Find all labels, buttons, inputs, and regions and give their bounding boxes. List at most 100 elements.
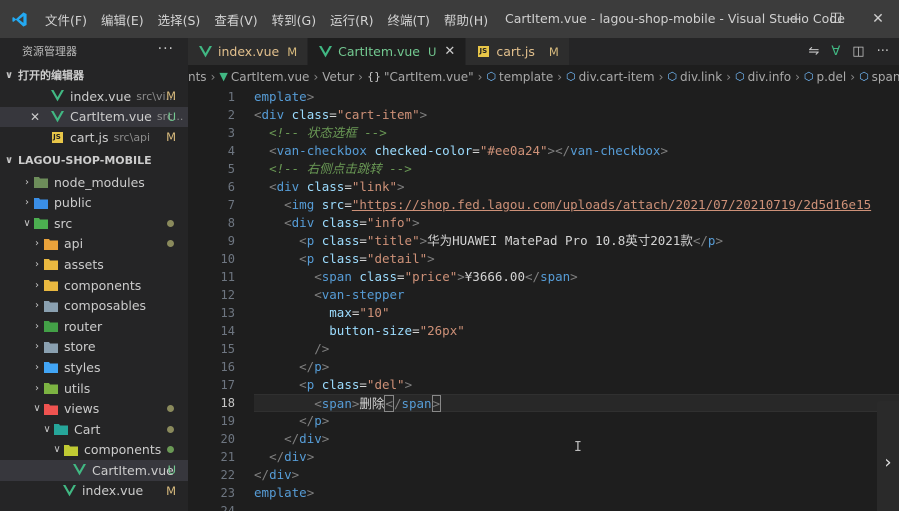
tree-file-active[interactable]: CartItem.vue U (0, 460, 188, 481)
tree-item-label: router (64, 318, 103, 334)
chevron-down-icon: ∨ (43, 423, 51, 435)
menu-go[interactable]: 转到(G) (265, 10, 323, 29)
tab-badge: M (548, 44, 559, 59)
tab-cart-js[interactable]: JS cart.js M (466, 38, 570, 65)
code-line: <img src="https://shop.fed.lagou.com/upl… (284, 197, 872, 212)
maximize-icon[interactable]: ☐ (815, 0, 857, 38)
close-tab-icon[interactable]: ✕ (444, 44, 455, 59)
open-editor-item[interactable]: index.vue src\vi... M (0, 86, 188, 107)
vue-file-icon (50, 110, 64, 124)
breadcrumb-item[interactable]: CartItem.vue (231, 70, 310, 84)
more-actions-icon[interactable]: ··· (158, 41, 174, 57)
tree-item-label: assets (64, 256, 104, 272)
tag-name: img (291, 197, 315, 212)
tree-item-label: Cart (74, 421, 101, 437)
vue-file-icon (72, 463, 86, 477)
tree-folder[interactable]: › components (0, 275, 188, 296)
tree-item-label: components (64, 277, 142, 293)
breadcrumb-item[interactable]: nts (188, 70, 207, 84)
tree-folder[interactable]: › router (0, 316, 188, 337)
code-editor[interactable]: 1 2 3 4 5 6 7 8 9 10 11 12 13 14 15 16 1… (188, 88, 899, 511)
tree-folder[interactable]: ∨ views (0, 398, 188, 419)
menu-file[interactable]: 文件(F) (38, 10, 94, 29)
window-controls: — ☐ ✕ (773, 0, 899, 38)
styles-folder-icon (44, 360, 58, 374)
breadcrumb-item[interactable]: Vetur (322, 70, 354, 84)
attr-name: src (321, 197, 345, 212)
tree-folder[interactable]: ∨ src (0, 213, 188, 234)
tree-folder[interactable]: › api (0, 234, 188, 255)
breadcrumb-item[interactable]: div.info (748, 70, 791, 84)
tab-cartitem-vue[interactable]: CartItem.vue U ✕ (308, 38, 467, 65)
split-editor-icon[interactable]: ◫ (852, 44, 864, 59)
menu-selection[interactable]: 选择(S) (151, 10, 208, 29)
code-line: <!-- 状态选框 --> (254, 124, 899, 142)
tree-folder[interactable]: › utils (0, 378, 188, 399)
tree-folder[interactable]: ∨ components (0, 440, 188, 461)
breadcrumb-item[interactable]: p.del (816, 70, 846, 84)
close-window-icon[interactable]: ✕ (857, 0, 899, 38)
more-actions-icon[interactable]: ··· (877, 44, 889, 59)
attr-name: class (321, 215, 360, 230)
code-comment: <!-- 状态选框 --> (269, 125, 387, 140)
attr-value: "link" (351, 179, 398, 194)
attr-name: class (306, 179, 345, 194)
minimize-icon[interactable]: — (773, 0, 815, 38)
git-status-badge: M (166, 89, 176, 104)
code-line: <span class="price">¥3666.00</span> (314, 269, 578, 284)
open-editors-section[interactable]: ∨ 打开的编辑器 (0, 64, 188, 86)
tree-file[interactable]: index.vue M (0, 481, 188, 502)
breadcrumb-item[interactable]: "CartItem.vue" (384, 70, 474, 84)
breadcrumb-separator: › (557, 69, 563, 84)
breadcrumb-item[interactable]: div.link (680, 70, 722, 84)
code-line: </div> (254, 467, 300, 482)
vue-file-icon (318, 45, 332, 59)
modified-dot (167, 219, 174, 227)
breadcrumb-item[interactable]: div.cart-item (579, 70, 655, 84)
menu-view[interactable]: 查看(V) (207, 10, 264, 29)
open-editor-item-active[interactable]: ✕ CartItem.vue src... U (0, 106, 188, 128)
tag-name: span (321, 269, 352, 284)
vue-preview-icon[interactable]: ∀ (831, 44, 840, 59)
git-status-badge: M (166, 483, 176, 498)
menu-run[interactable]: 运行(R) (323, 10, 380, 29)
line-number-gutter: 1 2 3 4 5 6 7 8 9 10 11 12 13 14 15 16 1… (188, 88, 246, 511)
chevron-right-icon[interactable]: › (877, 401, 899, 511)
image-url-link[interactable]: "https://shop.fed.lagou.com/uploads/atta… (352, 197, 871, 212)
attr-name: class (291, 107, 330, 122)
open-editor-item[interactable]: JS cart.js src\api M (0, 127, 188, 148)
menu-terminal[interactable]: 终端(T) (381, 10, 437, 29)
menu-help[interactable]: 帮助(H) (437, 10, 495, 29)
tag-name: div (284, 449, 307, 464)
breadcrumb-item[interactable]: span (872, 70, 899, 84)
line-number: 2 (227, 108, 235, 122)
tab-index-vue[interactable]: index.vue M (188, 38, 309, 65)
breadcrumb-item[interactable]: template (499, 70, 553, 84)
tree-folder[interactable]: › store (0, 337, 188, 358)
menu-edit[interactable]: 编辑(E) (94, 10, 151, 29)
symbol-cube-icon: ⬡ (859, 70, 869, 83)
compare-changes-icon[interactable]: ⇋ (808, 44, 819, 59)
tree-folder[interactable]: › composables (0, 295, 188, 316)
tree-folder[interactable]: ∨ Cart (0, 419, 188, 440)
symbol-cube-icon: ⬡ (735, 70, 745, 83)
chevron-right-icon: › (35, 258, 39, 270)
tree-item-label: CartItem.vue (92, 462, 174, 478)
attr-value: "detail" (366, 251, 428, 266)
tree-folder[interactable]: › assets (0, 254, 188, 275)
tree-item-label: public (54, 195, 92, 211)
open-editor-name: CartItem.vue (70, 109, 152, 125)
breadcrumb-separator: › (658, 69, 664, 84)
attr-value: "#ee0a24" (479, 143, 548, 158)
chevron-down-icon: ∨ (33, 403, 41, 415)
tree-folder[interactable]: › public (0, 192, 188, 213)
close-editor-icon[interactable]: ✕ (30, 110, 50, 124)
tree-item-label: index.vue (82, 483, 144, 499)
tree-folder[interactable]: › styles (0, 357, 188, 378)
project-section[interactable]: ∨ LAGOU-SHOP-MOBILE (0, 150, 188, 172)
tree-folder[interactable]: › node_modules (0, 172, 188, 193)
chevron-down-icon: ∨ (53, 444, 61, 456)
code-comment: <!-- 右侧点击跳转 --> (269, 161, 412, 176)
line-number: 3 (227, 126, 235, 140)
